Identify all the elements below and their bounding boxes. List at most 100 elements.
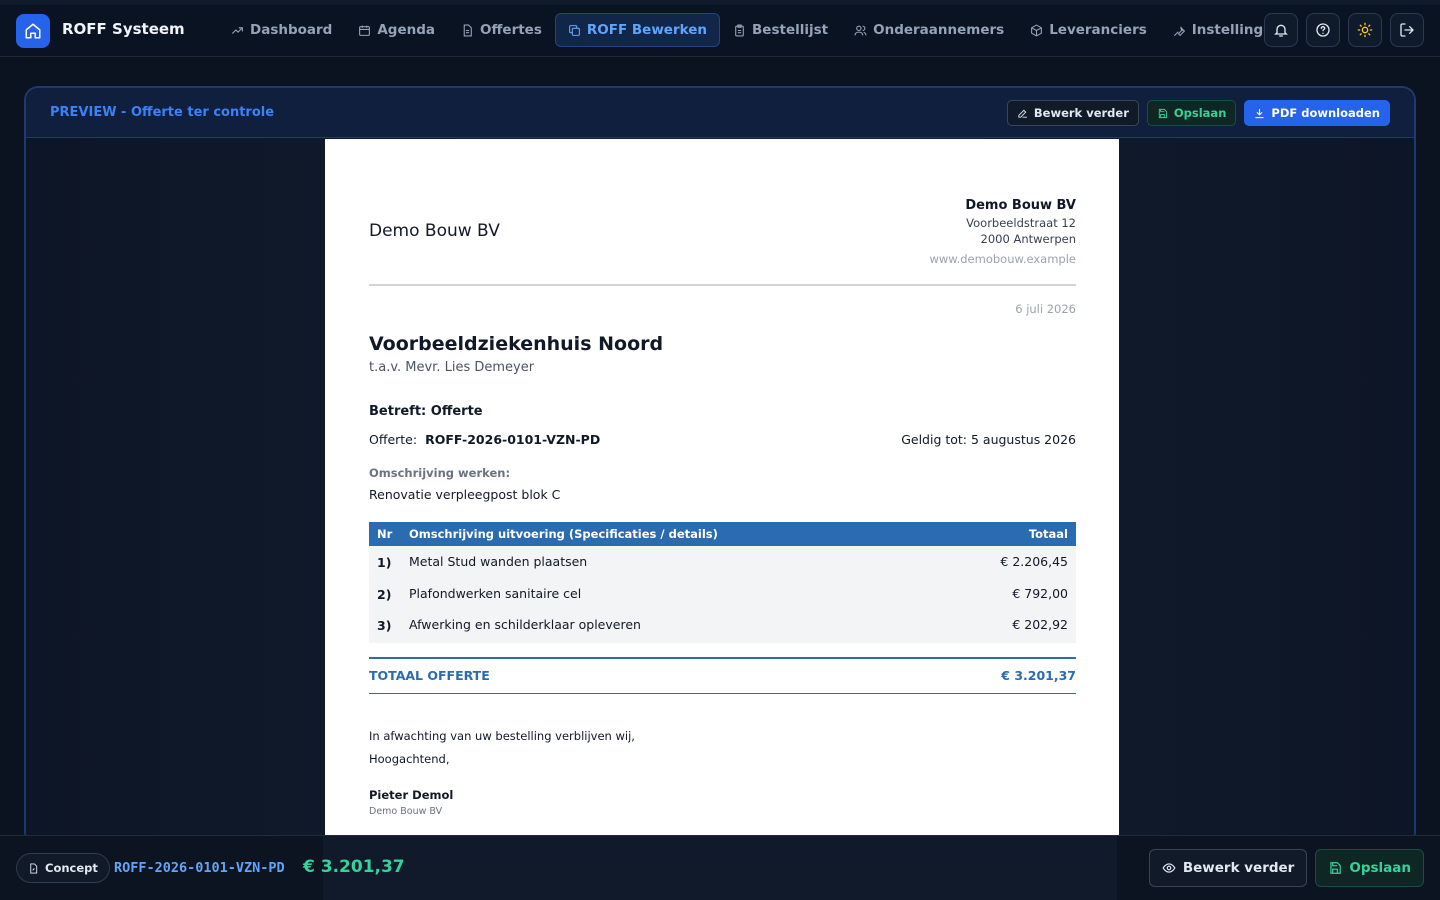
download-icon — [1255, 108, 1265, 118]
row-number: 3) — [377, 618, 392, 633]
pdf-download-button[interactable]: PDF downloaden — [1244, 100, 1390, 126]
signer-name: Pieter Demol — [369, 788, 454, 802]
button-label: Bewerk verder — [1182, 860, 1295, 876]
button-label: PDF downloaden — [1271, 106, 1380, 120]
trending-up-icon — [232, 26, 243, 34]
preview-panel: PREVIEW - Offerte ter controle Bewerk ve… — [24, 86, 1416, 846]
file-icon — [30, 862, 38, 874]
nav-item-agenda[interactable]: Agenda — [345, 13, 448, 47]
theme-toggle-button[interactable] — [1348, 13, 1382, 47]
header-actions — [1264, 13, 1424, 47]
calendar-icon — [359, 25, 371, 36]
offer-amount: € 3.201,37 — [303, 857, 405, 877]
nav-label: ROFF Bewerken — [586, 22, 708, 38]
wrench-icon — [1173, 25, 1185, 36]
nav-item-onderaannemers[interactable]: Onderaannemers — [841, 13, 1017, 47]
table-row: 1) Metal Stud wanden plaatsen € 2.206,45 — [369, 546, 1076, 578]
row-total: € 792,00 — [1012, 585, 1068, 601]
save-button[interactable]: Opslaan — [1315, 849, 1424, 887]
column-header-total: Totaal — [1028, 527, 1068, 541]
signer-company: Demo Bouw BV — [369, 806, 443, 817]
table-row: 2) Plafondwerken sanitaire cel € 792,00 — [369, 578, 1076, 610]
row-number: 2) — [377, 586, 392, 602]
file-icon — [463, 24, 472, 36]
header-divider — [369, 284, 1076, 286]
status-label: Concept — [45, 861, 98, 875]
edit-further-button[interactable]: Bewerk verder — [1006, 100, 1139, 126]
offer-number-label: Offerte: — [369, 432, 418, 447]
nav-label: Dashboard — [250, 22, 333, 38]
preview-title: PREVIEW - Offerte ter controle — [50, 105, 275, 120]
sun-icon — [1357, 22, 1373, 38]
total-top-divider — [369, 657, 1076, 659]
package-icon — [1031, 23, 1043, 37]
description-label: Omschrijving werken: — [369, 466, 511, 480]
offer-document: Demo Bouw BV Demo Bouw BV Voorbeeldstraa… — [325, 139, 1119, 846]
column-header-nr: Nr — [377, 527, 393, 541]
nav-item-roff-bewerken[interactable]: ROFF Bewerken — [554, 13, 721, 47]
nav-item-leveranciers[interactable]: Leveranciers — [1017, 13, 1160, 47]
copy-icon — [568, 24, 580, 36]
nav-label: Agenda — [377, 22, 435, 38]
nav-label: Leveranciers — [1049, 22, 1147, 38]
save-button[interactable]: Opslaan — [1146, 100, 1237, 126]
button-label: Opslaan — [1349, 860, 1411, 876]
total-label: TOTAAL OFFERTE — [369, 668, 490, 683]
main-nav: Dashboard Agenda Offertes ROFF Bewerken … — [218, 13, 1295, 47]
status-badge: Concept — [16, 853, 110, 883]
save-icon — [1158, 108, 1167, 118]
logout-button[interactable] — [1390, 13, 1424, 47]
address-street: Voorbeeldstraat 12 — [966, 216, 1076, 230]
nav-item-bestellijst[interactable]: Bestellijst — [720, 13, 841, 47]
client-attention: t.a.v. Mevr. Lies Demeyer — [369, 360, 535, 375]
edit-further-button[interactable]: Bewerk verder — [1148, 849, 1308, 887]
pencil-icon — [1018, 109, 1027, 118]
address-city: 2000 Antwerpen — [980, 232, 1076, 246]
subject-line: Betreft: Offerte — [369, 404, 483, 419]
valid-until: Geldig tot: 5 augustus 2026 — [901, 432, 1076, 447]
document-date: 6 juli 2026 — [1015, 302, 1076, 316]
offer-reference: ROFF-2026-0101-VZN-PD — [114, 860, 285, 876]
top-navigation-bar: ROFF Systeem Dashboard Agenda Offertes R… — [0, 0, 1440, 57]
description-value: Renovatie verpleegpost blok C — [369, 487, 561, 502]
users-icon — [854, 25, 867, 35]
bottom-actions: Bewerk verder Opslaan — [1148, 849, 1424, 887]
offer-table: Nr Omschrijving uitvoering (Specificatie… — [369, 522, 1076, 643]
greeting-text: Hoogachtend, — [369, 752, 450, 766]
nav-label: Bestellijst — [752, 22, 829, 38]
row-total: € 2.206,45 — [1000, 554, 1068, 569]
home-button[interactable] — [16, 14, 50, 48]
total-bottom-divider — [369, 693, 1076, 694]
company-website: www.demobouw.example — [929, 252, 1076, 266]
row-total: € 202,92 — [1012, 617, 1068, 632]
bottom-status-bar: Concept ROFF-2026-0101-VZN-PD € 3.201,37… — [0, 835, 1440, 900]
row-description: Plafondwerken sanitaire cel — [409, 585, 582, 601]
home-icon — [25, 23, 41, 39]
closing-text: In afwachting van uw bestelling verblijv… — [369, 729, 635, 743]
client-name: Voorbeeldziekenhuis Noord — [369, 333, 664, 355]
row-number: 1) — [377, 555, 392, 570]
table-header: Nr Omschrijving uitvoering (Specificatie… — [369, 522, 1076, 546]
help-circle-icon — [1316, 23, 1330, 37]
nav-label: Offertes — [480, 22, 542, 38]
company-address-block: Demo Bouw BV Voorbeeldstraat 12 2000 Ant… — [929, 197, 1076, 267]
notifications-button[interactable] — [1264, 13, 1298, 47]
save-icon — [1330, 862, 1342, 874]
table-body: 1) Metal Stud wanden plaatsen € 2.206,45… — [369, 546, 1076, 643]
app-title: ROFF Systeem — [62, 20, 185, 38]
preview-header: PREVIEW - Offerte ter controle Bewerk ve… — [26, 88, 1414, 138]
bottom-bar-document-band — [323, 836, 1117, 900]
nav-item-dashboard[interactable]: Dashboard — [218, 13, 345, 47]
nav-item-offertes[interactable]: Offertes — [448, 13, 555, 47]
clipboard-icon — [735, 24, 744, 36]
row-description: Metal Stud wanden plaatsen — [409, 554, 588, 569]
nav-label: Onderaannemers — [873, 22, 1005, 38]
table-row: 3) Afwerking en schilderklaar opleveren … — [369, 609, 1076, 641]
button-label: Bewerk verder — [1033, 106, 1129, 120]
column-header-description: Omschrijving uitvoering (Specificaties /… — [409, 527, 718, 541]
button-label: Opslaan — [1173, 106, 1227, 120]
bell-icon — [1274, 24, 1288, 37]
help-button[interactable] — [1306, 13, 1340, 47]
row-description: Afwerking en schilderklaar opleveren — [409, 617, 641, 632]
offer-number: ROFF-2026-0101-VZN-PD — [425, 432, 601, 447]
